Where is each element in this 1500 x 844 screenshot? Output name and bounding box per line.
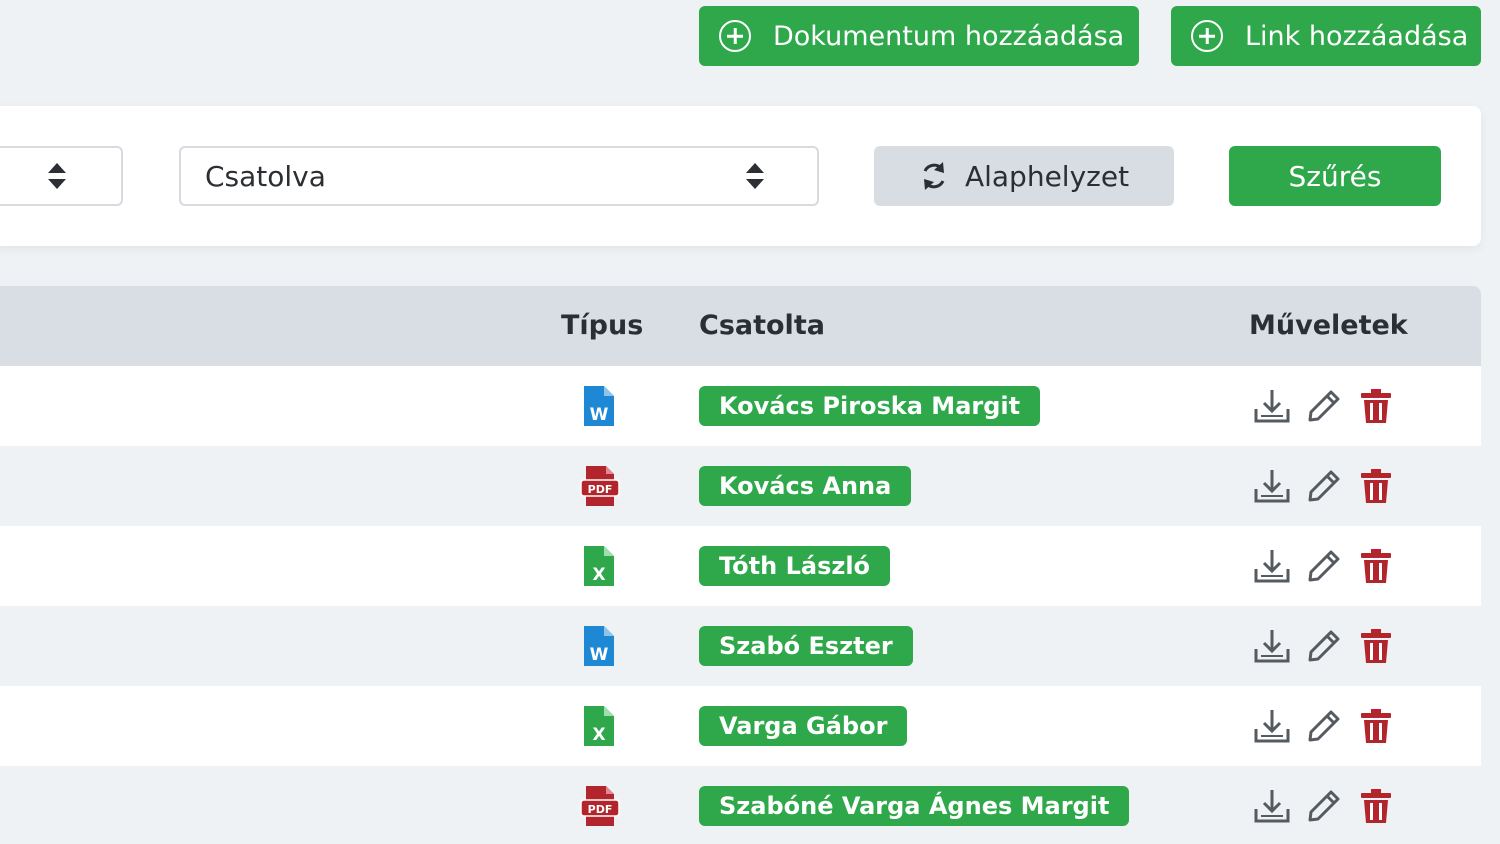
trash-icon — [1361, 469, 1391, 503]
file-type-icon: PDF — [580, 466, 620, 506]
filter-button[interactable]: Szűrés — [1229, 146, 1441, 206]
attached-by-badge[interactable]: Szabó Eszter — [699, 626, 913, 666]
attached-by-badge[interactable]: Tóth László — [699, 546, 891, 586]
filter-panel: Csatolva Alaphelyzet Szűrés — [0, 106, 1481, 246]
download-button[interactable] — [1252, 466, 1292, 506]
pencil-icon — [1308, 470, 1340, 502]
column-header-actions: Műveletek — [1249, 310, 1408, 341]
column-header-attached-by: Csatolta — [699, 310, 825, 341]
download-icon — [1254, 550, 1290, 583]
download-button[interactable] — [1252, 546, 1292, 586]
edit-button[interactable] — [1304, 626, 1344, 666]
pdf-file-icon: PDF — [580, 466, 620, 506]
filter-label: Szűrés — [1288, 159, 1382, 193]
trash-icon — [1361, 389, 1391, 423]
table-row: PDF Szabóné Varga Ágnes Margit — [0, 766, 1481, 844]
download-icon — [1254, 710, 1290, 743]
delete-button[interactable] — [1356, 546, 1396, 586]
reset-button[interactable]: Alaphelyzet — [874, 146, 1174, 206]
reset-label: Alaphelyzet — [964, 159, 1130, 193]
svg-text:W: W — [590, 405, 609, 425]
pencil-icon — [1308, 710, 1340, 742]
svg-text:W: W — [590, 645, 609, 665]
download-button[interactable] — [1252, 786, 1292, 826]
plus-circle-icon — [719, 20, 751, 52]
table-row: PDF Kovács Anna — [0, 446, 1481, 526]
add-document-label: Dokumentum hozzáadása — [773, 20, 1125, 52]
delete-button[interactable] — [1356, 706, 1396, 746]
table-row: X Tóth László — [0, 526, 1481, 606]
edit-button[interactable] — [1304, 546, 1344, 586]
pencil-icon — [1308, 630, 1340, 662]
pencil-icon — [1308, 550, 1340, 582]
trash-icon — [1361, 549, 1391, 583]
sort-icon — [745, 162, 765, 190]
table-row: W Kovács Piroska Margit — [0, 366, 1481, 446]
table-row: W Szabó Eszter — [0, 606, 1481, 686]
svg-text:PDF: PDF — [588, 803, 613, 816]
table-header: Típus Csatolta Műveletek — [0, 286, 1481, 366]
pencil-icon — [1308, 390, 1340, 422]
file-type-icon: W — [580, 386, 618, 426]
download-button[interactable] — [1252, 706, 1292, 746]
delete-button[interactable] — [1356, 466, 1396, 506]
table-body: W Kovács Piroska Margit PDF Kovács Anna … — [0, 366, 1481, 844]
attached-by-badge[interactable]: Varga Gábor — [699, 706, 908, 746]
delete-button[interactable] — [1356, 626, 1396, 666]
download-icon — [1254, 470, 1290, 503]
svg-text:X: X — [592, 725, 605, 745]
trash-icon — [1361, 789, 1391, 823]
delete-button[interactable] — [1356, 386, 1396, 426]
status-filter-select[interactable]: Csatolva — [179, 146, 819, 206]
download-icon — [1254, 390, 1290, 423]
file-type-icon: W — [580, 626, 618, 666]
word-file-icon: W — [584, 626, 614, 666]
add-document-button[interactable]: Dokumentum hozzáadása — [699, 6, 1139, 66]
status-filter-value: Csatolva — [205, 159, 326, 193]
attached-by-badge[interactable]: Kovács Piroska Margit — [699, 386, 1041, 426]
file-type-icon: PDF — [580, 786, 620, 826]
download-button[interactable] — [1252, 386, 1292, 426]
first-filter-select[interactable] — [0, 146, 123, 206]
edit-button[interactable] — [1304, 786, 1344, 826]
excel-file-icon: X — [584, 546, 614, 586]
pdf-file-icon: PDF — [580, 786, 620, 826]
file-type-icon: X — [580, 706, 618, 746]
table-row: X Varga Gábor — [0, 686, 1481, 766]
trash-icon — [1361, 709, 1391, 743]
svg-text:X: X — [592, 565, 605, 585]
delete-button[interactable] — [1356, 786, 1396, 826]
sort-icon — [47, 162, 67, 190]
column-header-type: Típus — [561, 310, 644, 341]
plus-circle-icon — [1191, 20, 1223, 52]
edit-button[interactable] — [1304, 466, 1344, 506]
trash-icon — [1361, 629, 1391, 663]
pencil-icon — [1308, 790, 1340, 822]
add-link-label: Link hozzáadása — [1245, 20, 1469, 52]
refresh-icon — [923, 162, 945, 190]
attached-by-badge[interactable]: Szabóné Varga Ágnes Margit — [699, 786, 1130, 826]
download-button[interactable] — [1252, 626, 1292, 666]
word-file-icon: W — [584, 386, 614, 426]
file-type-icon: X — [580, 546, 618, 586]
attached-by-badge[interactable]: Kovács Anna — [699, 466, 912, 506]
excel-file-icon: X — [584, 706, 614, 746]
edit-button[interactable] — [1304, 706, 1344, 746]
edit-button[interactable] — [1304, 386, 1344, 426]
add-link-button[interactable]: Link hozzáadása — [1171, 6, 1481, 66]
documents-table: Típus Csatolta Műveletek W Kovács Pirosk… — [0, 286, 1481, 844]
download-icon — [1254, 790, 1290, 823]
svg-text:PDF: PDF — [588, 483, 613, 496]
download-icon — [1254, 630, 1290, 663]
